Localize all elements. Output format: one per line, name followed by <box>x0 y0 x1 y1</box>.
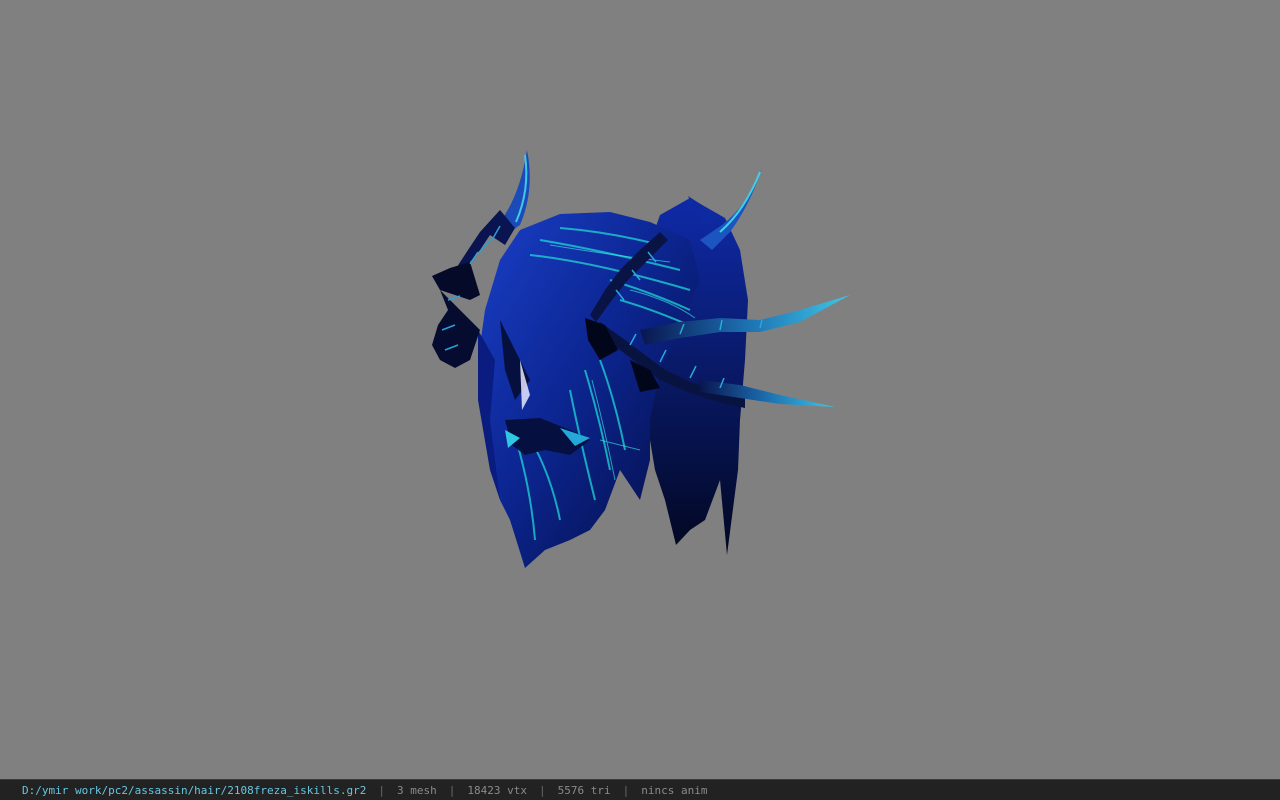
separator: | <box>538 783 546 797</box>
hair-model-render[interactable] <box>0 0 1280 778</box>
separator: | <box>378 783 385 797</box>
mesh-count: 3 mesh <box>397 783 437 797</box>
anim-status: nincs anim <box>641 783 708 797</box>
status-bar: D:/ymir work/pc2/assassin/hair/2108freza… <box>0 779 1280 800</box>
triangle-count: 5576 tri <box>557 783 611 797</box>
vertex-count: 18423 vtx <box>467 783 527 797</box>
separator: | <box>448 783 456 797</box>
separator: | <box>622 783 630 797</box>
3d-viewport[interactable] <box>0 0 1280 778</box>
file-path: D:/ymir work/pc2/assassin/hair/2108freza… <box>22 783 367 797</box>
